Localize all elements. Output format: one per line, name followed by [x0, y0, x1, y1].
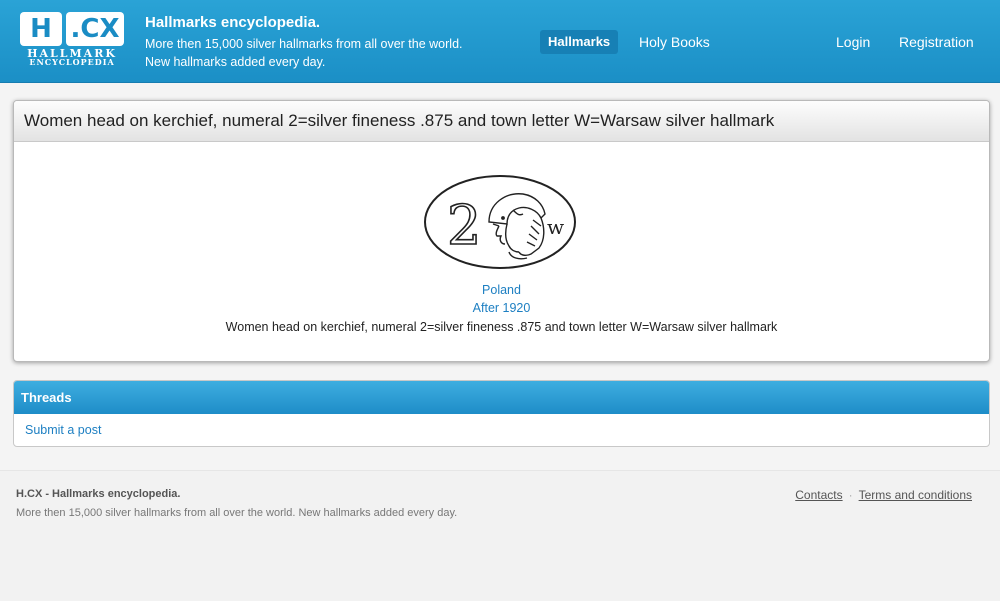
footer-link-separator: · — [848, 488, 853, 502]
logo-word-encyclopedia: ENCYCLOPEDIA — [29, 57, 115, 67]
footer-tagline: More then 15,000 silver hallmarks from a… — [16, 507, 458, 519]
logo-mark: H .CX — [20, 12, 124, 46]
site-tagline-line2: New hallmarks added every day. — [145, 55, 326, 69]
hallmark-title: Women head on kerchief, numeral 2=silver… — [14, 101, 989, 142]
footer-terms-link[interactable]: Terms and conditions — [859, 488, 972, 502]
hallmark-country-link[interactable]: Poland — [14, 283, 989, 297]
site-title: Hallmarks encyclopedia. — [145, 14, 321, 31]
footer-title: H.CX - Hallmarks encyclopedia. — [16, 488, 181, 500]
footer-links: Contacts · Terms and conditions — [795, 488, 972, 502]
hallmark-description: Women head on kerchief, numeral 2=silver… — [225, 320, 778, 334]
hallmark-image[interactable]: 2 w — [423, 174, 578, 270]
nav-login[interactable]: Login — [836, 30, 870, 54]
nav-holy-books[interactable]: Holy Books — [639, 30, 710, 54]
submit-post-link[interactable]: Submit a post — [25, 423, 101, 437]
logo-wordmark: HALLMARK ENCYCLOPEDIA — [20, 48, 124, 67]
nav-registration[interactable]: Registration — [899, 30, 974, 54]
footer-contacts-link[interactable]: Contacts — [795, 488, 842, 502]
page-footer: H.CX - Hallmarks encyclopedia. More then… — [0, 470, 1000, 601]
threads-panel: Threads Submit a post — [13, 380, 990, 447]
logo-letters-cx: .CX — [66, 12, 124, 46]
hallmark-numeral: 2 — [447, 194, 481, 257]
site-tagline-line1: More then 15,000 silver hallmarks from a… — [145, 37, 463, 51]
hallmark-date-link[interactable]: After 1920 — [14, 301, 989, 315]
site-logo[interactable]: H .CX HALLMARK ENCYCLOPEDIA — [20, 12, 124, 70]
top-navigation-bar: H .CX HALLMARK ENCYCLOPEDIA Hallmarks en… — [0, 0, 1000, 83]
hallmark-panel: Women head on kerchief, numeral 2=silver… — [13, 100, 990, 362]
nav-hallmarks[interactable]: Hallmarks — [540, 30, 619, 54]
site-tagline: More then 15,000 silver hallmarks from a… — [145, 35, 505, 71]
threads-heading: Threads — [14, 381, 989, 414]
hallmark-town-letter: w — [547, 215, 564, 239]
logo-letter-h: H — [20, 12, 62, 46]
